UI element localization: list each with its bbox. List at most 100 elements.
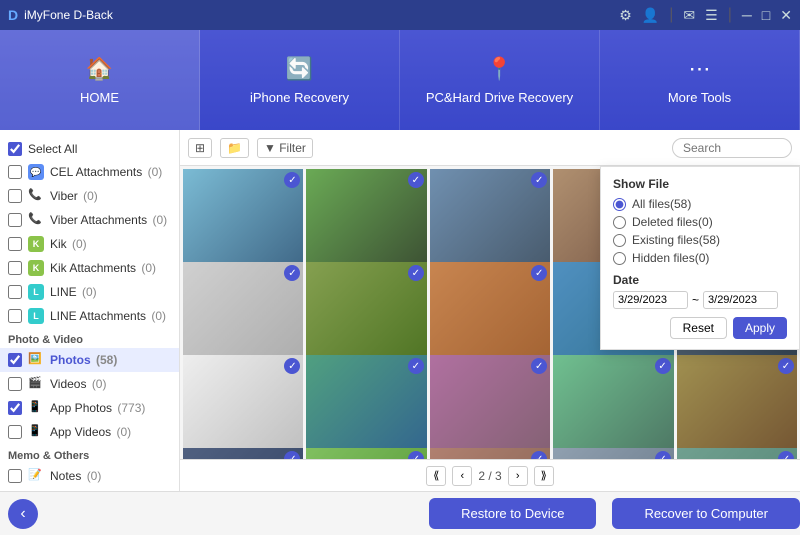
app-videos-checkbox[interactable]: [8, 425, 22, 439]
prev-page-button[interactable]: ‹: [452, 466, 472, 486]
grid-view-button[interactable]: ⊞: [188, 138, 212, 158]
kik-att-checkbox[interactable]: [8, 261, 22, 275]
nav-iphone-label: iPhone Recovery: [250, 90, 349, 105]
photos-checkbox[interactable]: [8, 353, 22, 367]
nav-tools-label: More Tools: [668, 90, 731, 105]
date-from-input[interactable]: [613, 291, 688, 309]
restore-to-device-button[interactable]: Restore to Device: [429, 498, 596, 529]
select-all-checkbox[interactable]: [8, 142, 22, 156]
pagination: ⟪ ‹ 2 / 3 › ⟫: [180, 459, 800, 491]
photo-cell-15[interactable]: ✓: [677, 355, 797, 459]
filter-date-title: Date: [613, 273, 787, 287]
navbar: 🏠 HOME 🔄 iPhone Recovery 📍 PC&Hard Drive…: [0, 30, 800, 130]
sidebar-item-kik[interactable]: K Kik (0): [0, 232, 179, 256]
app-videos-label: App Videos (0): [50, 425, 131, 439]
sidebar-item-cel[interactable]: 💬 CEL Attachments (0): [0, 160, 179, 184]
app-logo: D: [8, 7, 18, 23]
photo-cell-18[interactable]: ✓: [430, 448, 550, 459]
filter-all-label: All files(58): [632, 197, 691, 211]
close-button[interactable]: ✕: [780, 7, 792, 24]
notes-label: Notes (0): [50, 469, 101, 483]
photo-cell-16[interactable]: ✓: [183, 448, 303, 459]
apply-button[interactable]: Apply: [733, 317, 787, 339]
kik-att-label: Kik Attachments (0): [50, 261, 156, 275]
photo-cell-14[interactable]: ✓: [553, 355, 673, 459]
photo-cell-11[interactable]: ✓: [183, 355, 303, 459]
line-att-checkbox[interactable]: [8, 309, 22, 323]
filter-button[interactable]: ▼ Filter: [257, 138, 313, 158]
sidebar-item-viber[interactable]: 📞 Viber (0): [0, 184, 179, 208]
viber-checkbox[interactable]: [8, 189, 22, 203]
photo-cell-19[interactable]: ✓: [553, 448, 673, 459]
sidebar-item-kik-att[interactable]: K Kik Attachments (0): [0, 256, 179, 280]
app-photos-checkbox[interactable]: [8, 401, 22, 415]
nav-more-tools[interactable]: ⋯ More Tools: [600, 30, 800, 130]
sidebar-item-photos[interactable]: 🖼️ Photos (58): [0, 348, 179, 372]
sidebar-item-app-videos[interactable]: 📱 App Videos (0): [0, 420, 179, 444]
filter-all-files[interactable]: All files(58): [613, 197, 787, 211]
filter-deleted[interactable]: Deleted files(0): [613, 215, 787, 229]
folder-view-button[interactable]: 📁: [220, 138, 249, 158]
photo-check-3: ✓: [531, 172, 547, 188]
filter-existing[interactable]: Existing files(58): [613, 233, 787, 247]
minimize-button[interactable]: ─: [742, 7, 752, 23]
sidebar-item-videos[interactable]: 🎬 Videos (0): [0, 372, 179, 396]
next-page-button[interactable]: ›: [508, 466, 528, 486]
maximize-button[interactable]: □: [762, 7, 770, 23]
line-checkbox[interactable]: [8, 285, 22, 299]
last-page-button[interactable]: ⟫: [534, 466, 554, 486]
photo-cell-12[interactable]: ✓: [306, 355, 426, 459]
photo-area: ⊞ 📁 ▼ Filter Show File All files(58) Del…: [180, 130, 800, 491]
filter-existing-radio[interactable]: [613, 234, 626, 247]
filter-hidden-radio[interactable]: [613, 252, 626, 265]
filter-hidden-label: Hidden files(0): [632, 251, 709, 265]
menu-icon[interactable]: ☰: [705, 7, 718, 24]
kik-checkbox[interactable]: [8, 237, 22, 251]
nav-iphone-recovery[interactable]: 🔄 iPhone Recovery: [200, 30, 400, 130]
sidebar-item-notes[interactable]: 📝 Notes (0): [0, 464, 179, 488]
sidebar: Select All 💬 CEL Attachments (0) 📞 Viber…: [0, 130, 180, 491]
photo-check-2: ✓: [408, 172, 424, 188]
photo-cell-17[interactable]: ✓: [306, 448, 426, 459]
photos-icon: 🖼️: [28, 352, 44, 368]
sidebar-item-line-att[interactable]: L LINE Attachments (0): [0, 304, 179, 328]
photo-check-7: ✓: [408, 265, 424, 281]
photo-check-14: ✓: [655, 358, 671, 374]
sidebar-item-line[interactable]: L LINE (0): [0, 280, 179, 304]
app-photos-icon: 📱: [28, 400, 44, 416]
select-all-label: Select All: [28, 142, 77, 156]
notes-checkbox[interactable]: [8, 469, 22, 483]
filter-all-radio[interactable]: [613, 198, 626, 211]
email-icon[interactable]: ✉: [683, 7, 695, 24]
photo-check-15: ✓: [778, 358, 794, 374]
filter-hidden[interactable]: Hidden files(0): [613, 251, 787, 265]
cel-checkbox[interactable]: [8, 165, 22, 179]
user-icon[interactable]: 👤: [642, 7, 659, 24]
first-page-button[interactable]: ⟪: [426, 466, 446, 486]
photo-cell-20[interactable]: ✓: [677, 448, 797, 459]
reset-button[interactable]: Reset: [670, 317, 727, 339]
photo-video-section: Photo & Video: [0, 328, 179, 348]
videos-checkbox[interactable]: [8, 377, 22, 391]
viber-icon: 📞: [28, 188, 44, 204]
settings-icon[interactable]: ⚙: [619, 7, 632, 24]
memo-others-section: Memo & Others: [0, 444, 179, 464]
search-input[interactable]: [672, 138, 792, 158]
main-content: Select All 💬 CEL Attachments (0) 📞 Viber…: [0, 130, 800, 491]
filter-deleted-radio[interactable]: [613, 216, 626, 229]
titlebar-left: D iMyFone D-Back: [8, 7, 113, 23]
select-all-item[interactable]: Select All: [0, 138, 179, 160]
photo-cell-13[interactable]: ✓: [430, 355, 550, 459]
date-to-input[interactable]: [703, 291, 778, 309]
sidebar-item-app-photos[interactable]: 📱 App Photos (773): [0, 396, 179, 420]
nav-home[interactable]: 🏠 HOME: [0, 30, 200, 130]
divider2: |: [728, 6, 732, 24]
nav-pc-recovery[interactable]: 📍 PC&Hard Drive Recovery: [400, 30, 600, 130]
sidebar-item-viber-att[interactable]: 📞 Viber Attachments (0): [0, 208, 179, 232]
viber-att-checkbox[interactable]: [8, 213, 22, 227]
recover-to-computer-button[interactable]: Recover to Computer: [612, 498, 800, 529]
back-button[interactable]: ‹: [8, 499, 38, 529]
date-range-row: ~: [613, 291, 787, 309]
notes-icon: 📝: [28, 468, 44, 484]
line-att-label: LINE Attachments (0): [50, 309, 166, 323]
